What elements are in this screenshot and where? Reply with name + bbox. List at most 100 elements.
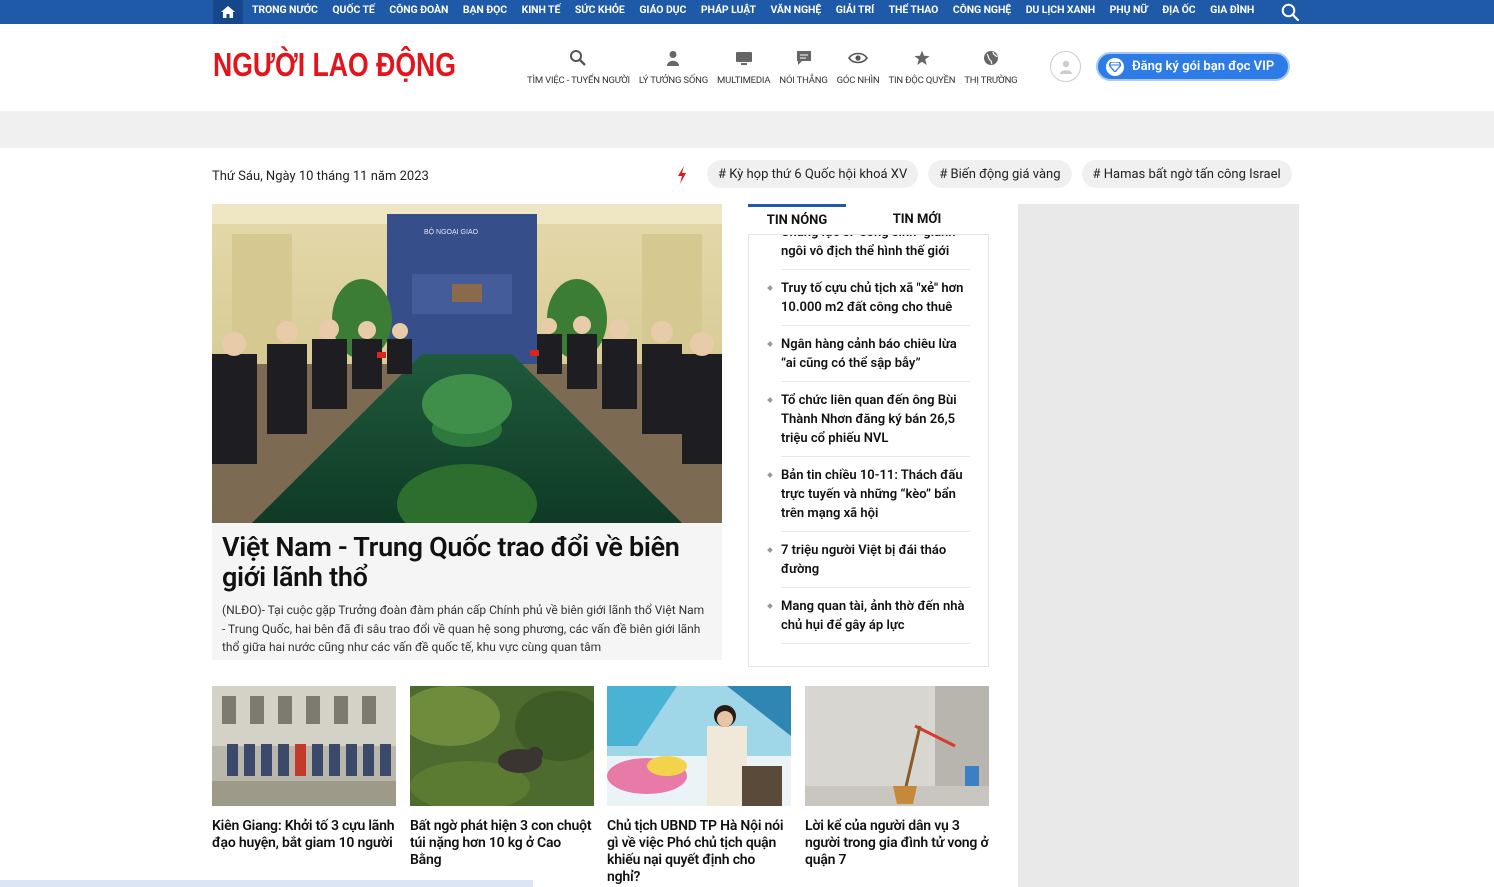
hot-news-title[interactable]: Mang quan tài, ảnh thờ đến nhà chủ hụi đ… [781,599,965,633]
category-link[interactable]: THỊ TRƯỜNG [964,49,1018,86]
person-icon [663,49,683,67]
divider [781,269,970,270]
category-label: TIN ĐỘC QUYỀN [888,75,956,86]
globe-icon [981,49,1001,67]
top-navigation-bar: TRONG NƯỚC QUỐC TẾ CÔNG ĐOÀN BẠN ĐỌC KINH TẾ… [0,0,1494,24]
divider [781,587,970,588]
divider [781,643,970,644]
lightning-icon [676,166,688,184]
topnav-item[interactable]: ĐỊA ỐC [1162,0,1195,24]
search-icon[interactable] [1281,3,1300,22]
horizontal-scrollbar[interactable] [0,880,533,887]
news-card-image[interactable] [410,686,594,806]
news-card-image[interactable] [805,686,989,806]
user-avatar-icon[interactable] [1050,51,1081,82]
category-label: LÝ TƯỞNG SỐNG [638,75,709,86]
svg-text:BỘ NGOẠI GIAO: BỘ NGOẠI GIAO [424,227,479,236]
hot-news-item[interactable]: Truy tố cựu chủ tịch xã "xẻ" hơn 10.000 … [749,279,988,326]
divider [781,531,970,532]
news-card[interactable]: Bất ngờ phát hiện 3 con chuột túi nặng h… [410,686,594,869]
diamond-icon [1106,57,1124,76]
home-icon[interactable] [213,0,243,24]
tab-tin-moi[interactable]: TIN MỚI [872,204,962,234]
topnav-item[interactable]: PHÁP LUẬT [701,0,756,24]
category-link[interactable]: TIN ĐỘC QUYỀN [889,49,956,86]
hot-news-title[interactable]: 7 triệu người Việt bị đái tháo đường [781,543,946,577]
category-link[interactable]: GÓC NHÌN [837,49,880,86]
topnav-item[interactable]: QUỐC TẾ [332,0,374,24]
hot-news-item[interactable]: Bản tin chiều 10-11: Thách đấu trực tuyế… [749,466,988,532]
news-tabs: TIN NÓNG TIN MỚI [748,204,989,234]
category-link[interactable]: NÓI THẲNG [779,49,828,86]
topnav-item[interactable]: GIA ĐÌNH [1210,0,1254,24]
hot-news-title[interactable]: Tổ chức liên quan đến ông Bùi Thành Nhơn… [781,393,957,446]
topnav-item[interactable]: PHỤ NỮ [1110,0,1148,24]
hot-news-title[interactable]: Ngân hàng cảnh báo chiêu lừa “ai cũng có… [781,337,957,371]
bullet-icon [767,341,773,347]
vip-subscribe-label: Đăng ký gói bạn đọc VIP [1132,59,1275,74]
topnav-item[interactable]: BẠN ĐỌC [463,0,507,24]
topnav-item[interactable]: KINH TẾ [522,0,561,24]
topnav-item[interactable]: CÔNG ĐOÀN [389,0,448,24]
bullet-icon [767,472,773,478]
vip-subscribe-button[interactable]: Đăng ký gói bạn đọc VIP [1096,52,1290,81]
hot-news-item[interactable]: Tổ chức liên quan đến ông Bùi Thành Nhơn… [749,391,988,457]
hot-news-item[interactable]: Ngân hàng cảnh báo chiêu lừa “ai cũng có… [749,335,988,382]
category-link[interactable]: MULTIMEDIA [717,49,771,86]
topnav-item[interactable]: THỂ THAO [889,0,939,24]
ad-banner-strip [0,111,1494,148]
news-card-image[interactable] [212,686,396,806]
featured-headline[interactable]: Việt Nam - Trung Quốc trao đổi về biên g… [222,532,717,592]
bullet-icon [767,285,773,291]
news-card[interactable]: Chủ tịch UBND TP Hà Nội nói gì về việc P… [607,686,791,886]
news-card[interactable]: Kiên Giang: Khởi tố 3 cựu lãnh đạo huyện… [212,686,396,852]
tab-tin-nong[interactable]: TIN NÓNG [748,204,846,234]
news-card-image[interactable] [607,686,791,806]
sidebar-ad-placeholder [1018,204,1299,887]
category-label: GÓC NHÌN [836,75,880,86]
current-date: Thứ Sáu, Ngày 10 tháng 11 năm 2023 [212,169,429,184]
featured-summary: (NLĐO)- Tại cuộc gặp Trưởng đoàn đàm phá… [222,603,705,654]
news-card-title[interactable]: Kiên Giang: Khởi tố 3 cựu lãnh đạo huyện… [212,818,396,852]
bullet-icon [767,397,773,403]
hot-news-item[interactable]: Chàng lực sĩ "song sinh" giành ngôi vô đ… [749,234,988,270]
topnav-item[interactable]: VĂN NGHỆ [771,0,822,24]
trending-tag[interactable]: # Kỳ họp thứ 6 Quốc hội khoá XV [707,160,919,188]
topnav-item[interactable]: CÔNG NGHỆ [953,0,1011,24]
eye-icon [848,49,869,67]
site-logo[interactable]: NGƯỜI LAO ĐỘNG [213,43,458,83]
news-card[interactable]: Lời kể của người dân vụ 3 người trong gi… [805,686,989,869]
bullet-icon [767,234,773,235]
hot-news-title[interactable]: Bản tin chiều 10-11: Thách đấu trực tuyế… [781,468,963,521]
hot-news-title[interactable]: Truy tố cựu chủ tịch xã "xẻ" hơn 10.000 … [781,281,963,315]
topnav-item[interactable]: SỨC KHỎE [575,0,625,24]
trending-tag[interactable]: # Biến động giá vàng [928,160,1072,188]
hot-news-title[interactable]: Chàng lực sĩ "song sinh" giành ngôi vô đ… [781,235,956,259]
news-card-title[interactable]: Lời kể của người dân vụ 3 người trong gi… [805,818,989,869]
trending-tags: # Kỳ họp thứ 6 Quốc hội khoá XV # Biến độ… [707,160,1302,188]
topnav-item[interactable]: DU LỊCH XANH [1026,0,1095,24]
hot-news-item[interactable]: Mang quan tài, ảnh thờ đến nhà chủ hụi đ… [749,597,988,644]
category-label: NÓI THẲNG [779,75,828,86]
topnav-item[interactable]: TRONG NƯỚC [252,0,318,24]
category-link[interactable]: TÌM VIỆC - TUYỂN NGƯỜI [527,49,630,86]
bullet-icon [767,547,773,553]
category-label: MULTIMEDIA [717,75,771,86]
category-label: THỊ TRƯỜNG [964,75,1018,86]
topnav-item[interactable]: GIÁO DỤC [639,0,686,24]
svg-text:NGƯỜI LAO ĐỘNG: NGƯỜI LAO ĐỘNG [213,45,456,83]
topnav-item[interactable]: GIẢI TRÍ [836,0,874,24]
chat-icon [794,49,814,67]
divider [781,381,970,382]
trending-tag[interactable]: # Hamas bất ngờ tấn công Israel [1081,160,1292,188]
category-link[interactable]: LÝ TƯỞNG SỐNG [639,49,708,86]
news-card-title[interactable]: Bất ngờ phát hiện 3 con chuột túi nặng h… [410,818,594,869]
site-header: NGƯỜI LAO ĐỘNG TÌM VIỆC - TUYỂN NGƯỜI LÝ … [0,24,1494,111]
category-shortcuts: TÌM VIỆC - TUYỂN NGƯỜI LÝ TƯỞNG SỐNG MULTI… [527,49,1026,86]
hot-news-list[interactable]: Chàng lực sĩ "song sinh" giành ngôi vô đ… [748,234,989,667]
monitor-icon [734,49,754,67]
news-card-title[interactable]: Chủ tịch UBND TP Hà Nội nói gì về việc P… [607,818,791,886]
hot-news-item[interactable]: 7 triệu người Việt bị đái tháo đường [749,541,988,588]
top-nav-menu: TRONG NƯỚC QUỐC TẾ CÔNG ĐOÀN BẠN ĐỌC KINH TẾ… [252,0,1269,24]
featured-image[interactable]: BỘ NGOẠI GIAO [212,204,722,523]
